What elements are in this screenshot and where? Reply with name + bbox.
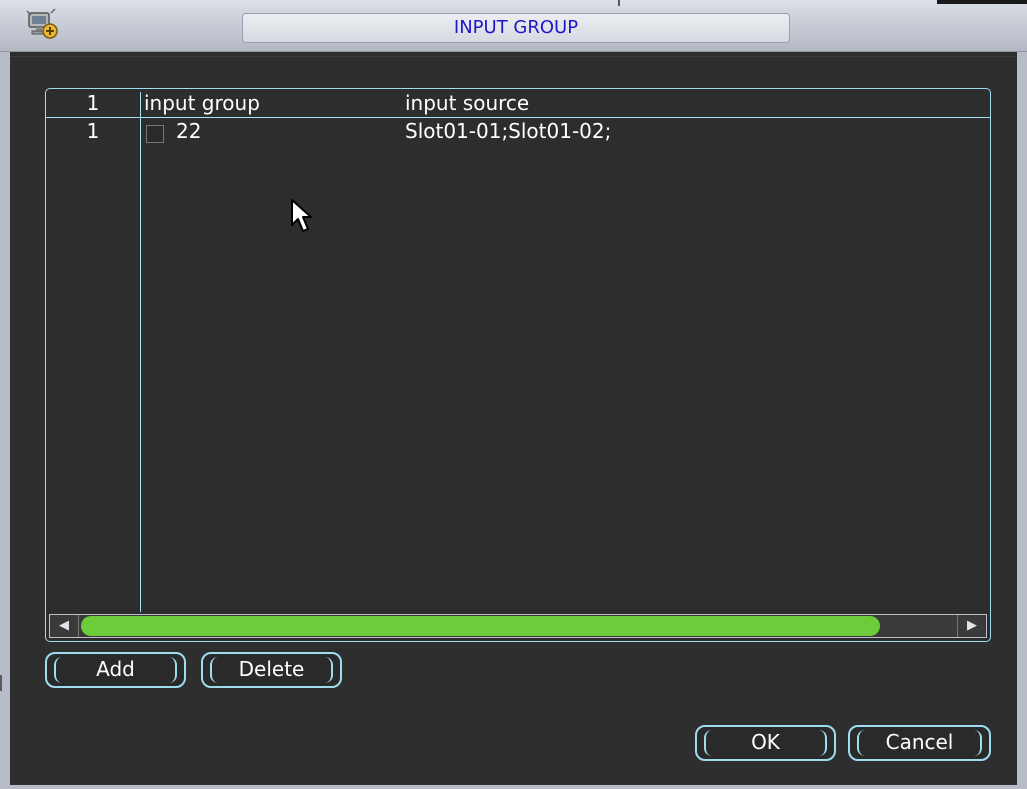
frame-mark (0, 675, 2, 691)
titlebar-mark (618, 0, 620, 6)
title-bar: INPUT GROUP (0, 0, 1027, 52)
header-divider (46, 117, 990, 118)
network-settings-icon (24, 6, 60, 42)
input-group-table: 1 input group input source 1 22 Slot01-0… (45, 88, 991, 642)
cancel-button[interactable]: Cancel (848, 725, 991, 761)
delete-button-label: Delete (238, 657, 305, 681)
column-divider (140, 92, 141, 612)
row-input-source: Slot01-01;Slot01-02; (405, 119, 612, 143)
ok-button-label: OK (751, 730, 780, 754)
scrollbar-thumb[interactable] (81, 616, 880, 636)
cancel-button-label: Cancel (885, 730, 954, 754)
mouse-pointer-icon (290, 198, 316, 234)
header-input-source[interactable]: input source (405, 91, 529, 115)
titlebar-edge (937, 0, 1027, 4)
row-checkbox[interactable] (146, 125, 164, 143)
divider (10, 56, 1017, 57)
add-button-label: Add (96, 657, 135, 681)
header-input-group[interactable]: input group (144, 91, 260, 115)
scroll-left-icon[interactable]: ◀ (50, 615, 79, 637)
table-row[interactable]: 1 22 Slot01-01;Slot01-02; (46, 119, 990, 145)
row-index: 1 (86, 119, 100, 143)
header-index[interactable]: 1 (46, 91, 140, 115)
horizontal-scrollbar[interactable]: ◀ ▶ (49, 614, 987, 638)
ok-button[interactable]: OK (695, 725, 836, 761)
row-input-group: 22 (176, 119, 202, 143)
window-title: INPUT GROUP (242, 13, 790, 43)
scroll-right-icon[interactable]: ▶ (957, 615, 986, 637)
delete-button[interactable]: Delete (201, 652, 342, 688)
add-button[interactable]: Add (45, 652, 186, 688)
